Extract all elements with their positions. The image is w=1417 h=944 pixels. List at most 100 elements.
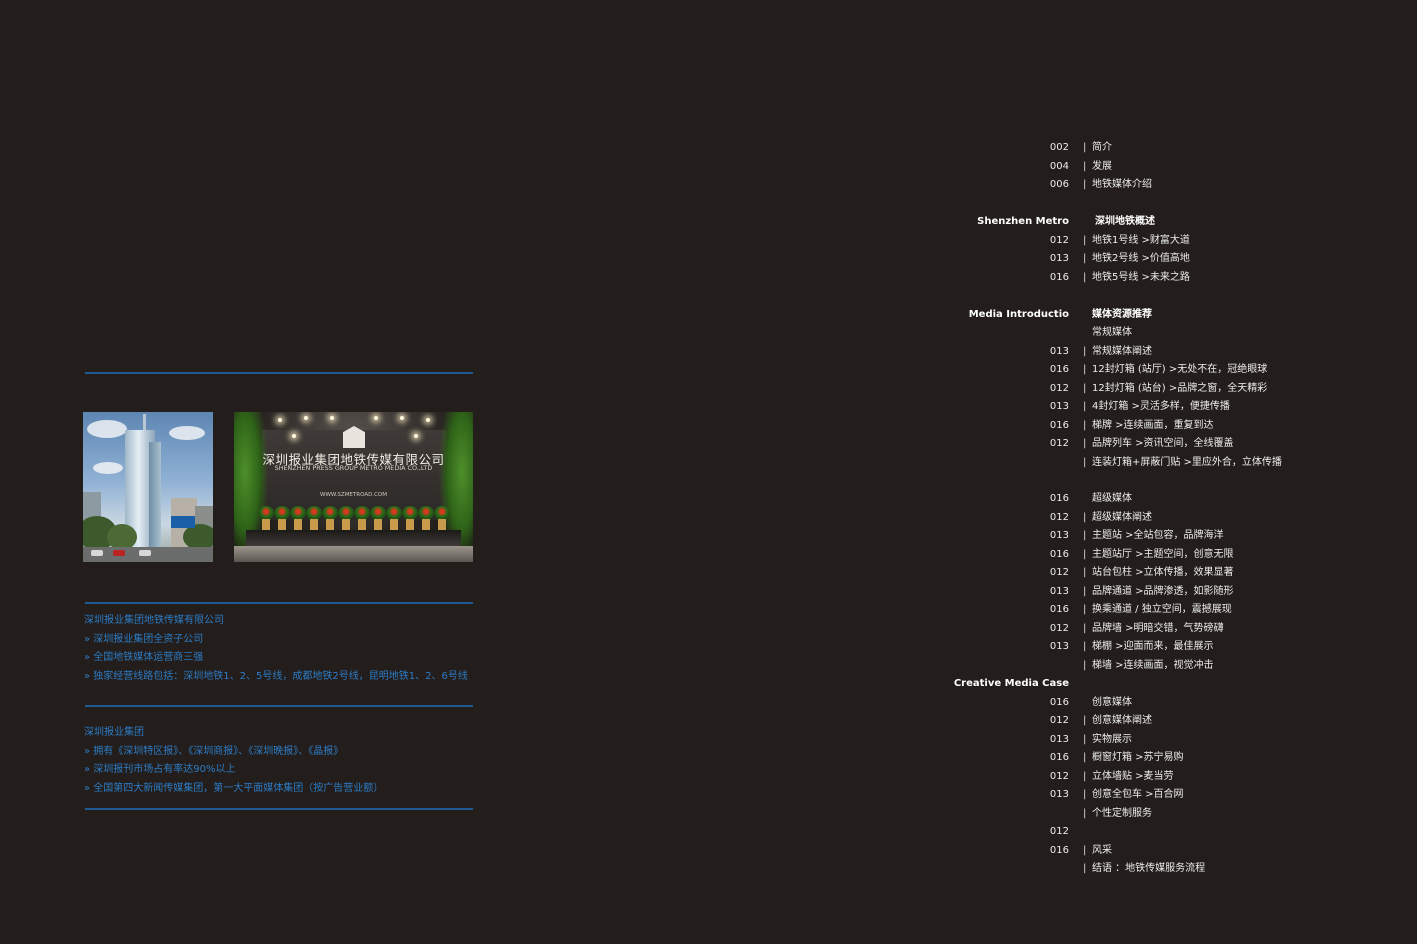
toc-entry: 013 | 实物展示 [0,731,1417,749]
toc-entry-title[interactable]: 4封灯箱 >灵活多样，便捷传播 [1092,398,1230,416]
toc-entry-title[interactable]: 12封灯箱 (站台) >品牌之窗，全天精彩 [1092,380,1267,398]
toc-entry-title[interactable]: 梯牌 >连续画面，重复到达 [1092,417,1214,435]
toc-entry: 016 | 风采 [0,842,1417,860]
toc-separator: | [1083,622,1087,634]
toc-separator: | [1083,567,1087,578]
toc-entry: 012 | 超级媒体阐述 [0,509,1417,527]
toc-separator: | [1083,752,1087,763]
toc-entry-title[interactable]: 超级媒体阐述 [1092,509,1152,527]
toc-entry-title[interactable]: 品牌列车 >资讯空间，全线覆盖 [1092,435,1234,453]
toc-entry-title[interactable]: 连装灯箱+屏蔽门贴 >里应外合，立体传播 [1092,454,1282,472]
toc-section-heading-en: Media Introductio [968,308,1069,320]
toc-entry-title[interactable]: 实物展示 [1092,731,1132,749]
toc-separator: | [1083,863,1087,874]
toc-entry-title[interactable]: 梯墙 >连续画面，视觉冲击 [1092,657,1214,675]
toc-page-number: 013 [1049,345,1069,357]
toc-page-number: 016 [1049,548,1069,560]
toc-entry-title[interactable]: 地铁1号线 >财富大道 [1092,232,1190,250]
toc-entry-title[interactable]: 创意媒体 [1092,694,1132,712]
toc-entry: 016 超级媒体 [0,490,1417,508]
toc-separator: | [1083,585,1087,597]
toc-page-number: 012 [1049,770,1069,782]
toc-entry-title[interactable]: 梯棚 >迎面而来，最佳展示 [1092,638,1214,656]
toc-entry: | 连装灯箱+屏蔽门贴 >里应外合，立体传播 [0,454,1417,472]
toc-separator: | [1083,789,1087,800]
toc-page-number: 012 [1049,826,1069,837]
toc-entry: 012 | 创意媒体阐述 [0,712,1417,730]
toc-entry: 013 | 4封灯箱 >灵活多样，便捷传播 [0,398,1417,416]
toc-entry-title[interactable]: 12封灯箱 (站厅) >无处不在，冠绝眼球 [1092,361,1267,379]
toc-page-number: 012 [1049,715,1069,726]
toc-page-number: 016 [1049,604,1069,615]
toc-separator: | [1083,253,1087,264]
toc-entry: 012 [0,823,1417,841]
toc-page-number: 012 [1049,234,1069,246]
toc-separator: | [1083,345,1087,357]
toc-separator: | [1083,530,1087,541]
toc-entry-title[interactable]: 地铁5号线 >未来之路 [1092,269,1190,287]
toc-separator: | [1083,511,1087,523]
toc-entry: 016 创意媒体 [0,694,1417,712]
toc-entry-title[interactable]: 结语 ：地铁传媒服务流程 [1092,860,1205,878]
toc-entry: 016 | 梯牌 >连续画面，重复到达 [0,417,1417,435]
toc-page-number: 013 [1049,401,1069,412]
toc-entry-title[interactable]: 超级媒体 [1092,490,1132,508]
toc-page-number: 013 [1049,530,1069,541]
toc-entry-title[interactable]: 简介 [1092,139,1112,157]
toc-separator: | [1083,364,1087,375]
toc-entry: 013 | 创意全包车 >百合网 [0,786,1417,804]
toc-entry: 016 | 地铁5号线 >未来之路 [0,269,1417,287]
toc-entry-title[interactable]: 创意全包车 >百合网 [1092,786,1184,804]
toc-page-number: 016 [1049,844,1069,856]
toc-page-number: 002 [1049,142,1069,153]
toc-entry-title[interactable]: 个性定制服务 [1092,805,1152,823]
toc-section-heading-cn: 媒体资源推荐 [1092,308,1152,320]
toc-entry: | 梯墙 >连续画面，视觉冲击 [0,657,1417,675]
toc-separator: | [1083,659,1087,671]
toc-entry-title[interactable]: 主题站 >全站包容，品牌海洋 [1092,527,1224,545]
toc-entry: 016 | 12封灯箱 (站厅) >无处不在，冠绝眼球 [0,361,1417,379]
toc-entry-title[interactable]: 橱窗灯箱 >苏宁易购 [1092,749,1184,767]
toc-entry: | 结语 ：地铁传媒服务流程 [0,860,1417,878]
toc-section-heading-en: Shenzhen Metro [977,216,1069,227]
toc-entry-title[interactable]: 地铁媒体介绍 [1092,176,1152,194]
toc-separator: | [1083,382,1087,394]
toc-entry: | 个性定制服务 [0,805,1417,823]
toc-separator: | [1083,419,1087,431]
toc-page-number: 004 [1049,160,1069,172]
toc-entry-title[interactable]: 立体墙贴 >麦当劳 [1092,768,1174,786]
toc-entry-title[interactable]: 常规媒体阐述 [1092,343,1152,361]
toc-entry: 006 | 地铁媒体介绍 [0,176,1417,194]
toc-entry-title[interactable]: 站台包柱 >立体传播，效果显著 [1092,564,1234,582]
toc-separator: | [1083,271,1087,283]
toc-entry: 013 | 梯棚 >迎面而来，最佳展示 [0,638,1417,656]
toc-page-number: 013 [1049,253,1069,264]
toc-page-number: 016 [1049,696,1069,708]
toc-section-heading: Shenzhen Metro 深圳地铁概述 [0,213,1417,231]
toc-separator: | [1083,770,1087,782]
toc-page-number: 016 [1049,364,1069,375]
toc-section-heading: Creative Media Case [0,675,1417,693]
toc-separator: | [1083,604,1087,615]
toc-entry: 002 | 简介 [0,139,1417,157]
toc-page-number: 013 [1049,585,1069,597]
toc-entry-title[interactable]: 地铁2号线 >价值高地 [1092,250,1190,268]
toc-entry-title[interactable]: 常规媒体 [1092,324,1132,342]
toc-page-number: 016 [1049,493,1069,504]
toc-entry-title[interactable]: 发展 [1092,158,1112,176]
toc-entry-title[interactable]: 风采 [1092,842,1112,860]
toc-entry: 012 | 站台包柱 >立体传播，效果显著 [0,564,1417,582]
toc-entry-title[interactable]: 换乘通道 / 独立空间，震撼展现 [1092,601,1232,619]
toc-entry: 004 | 发展 [0,158,1417,176]
toc-entry: 012 | 地铁1号线 >财富大道 [0,232,1417,250]
toc-section-heading: Media Introductio 媒体资源推荐 [0,306,1417,324]
toc-entry-title[interactable]: 创意媒体阐述 [1092,712,1152,730]
toc-page-number: 012 [1049,567,1069,578]
toc-separator: | [1083,438,1087,449]
toc-entry-title[interactable]: 主题站厅 >主题空间，创意无限 [1092,546,1234,564]
toc-page-number: 012 [1049,511,1069,523]
toc-entry-title[interactable]: 品牌墙 >明暗交错，气势磅礴 [1092,620,1224,638]
toc-page-number: 012 [1049,622,1069,634]
toc-separator: | [1083,715,1087,726]
toc-entry-title[interactable]: 品牌通道 >品牌渗透，如影随形 [1092,583,1234,601]
